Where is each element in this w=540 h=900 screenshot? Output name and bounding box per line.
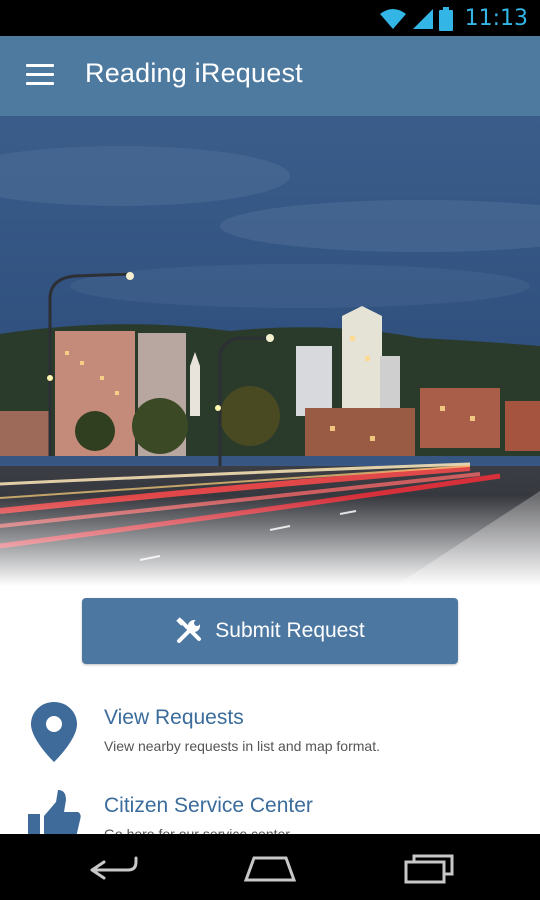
thumbs-up-icon <box>28 790 81 834</box>
view-requests-description: View nearby requests in list and map for… <box>104 738 380 754</box>
status-bar: 11:13 <box>0 0 540 36</box>
citizen-service-center-title: Citizen Service Center <box>104 794 313 817</box>
status-icons: 11:13 <box>379 6 528 31</box>
home-icon[interactable] <box>240 852 300 884</box>
tools-icon <box>176 617 202 643</box>
hamburger-menu-icon[interactable] <box>26 64 54 86</box>
status-time: 11:13 <box>464 6 528 31</box>
menu-item-view-requests[interactable]: View Requests View nearby requests in li… <box>0 700 540 780</box>
back-icon[interactable] <box>84 852 144 884</box>
cell-signal-icon <box>412 8 433 29</box>
wifi-icon <box>379 8 406 29</box>
battery-icon <box>438 6 453 31</box>
submit-request-button[interactable]: Submit Request <box>82 598 458 664</box>
citizen-service-center-description: Go here for our service center <box>104 826 290 834</box>
system-nav-bar <box>0 834 540 900</box>
city-skyline-photo <box>0 116 540 586</box>
view-requests-title: View Requests <box>104 706 244 729</box>
submit-request-label: Submit Request <box>215 619 365 642</box>
recent-apps-icon[interactable] <box>400 852 460 884</box>
menu-item-citizen-service-center[interactable]: Citizen Service Center Go here for our s… <box>0 788 540 834</box>
app-title: Reading iRequest <box>85 58 303 88</box>
hero-image <box>0 116 540 586</box>
app-bar: Reading iRequest <box>0 36 540 116</box>
map-pin-icon <box>31 702 77 762</box>
